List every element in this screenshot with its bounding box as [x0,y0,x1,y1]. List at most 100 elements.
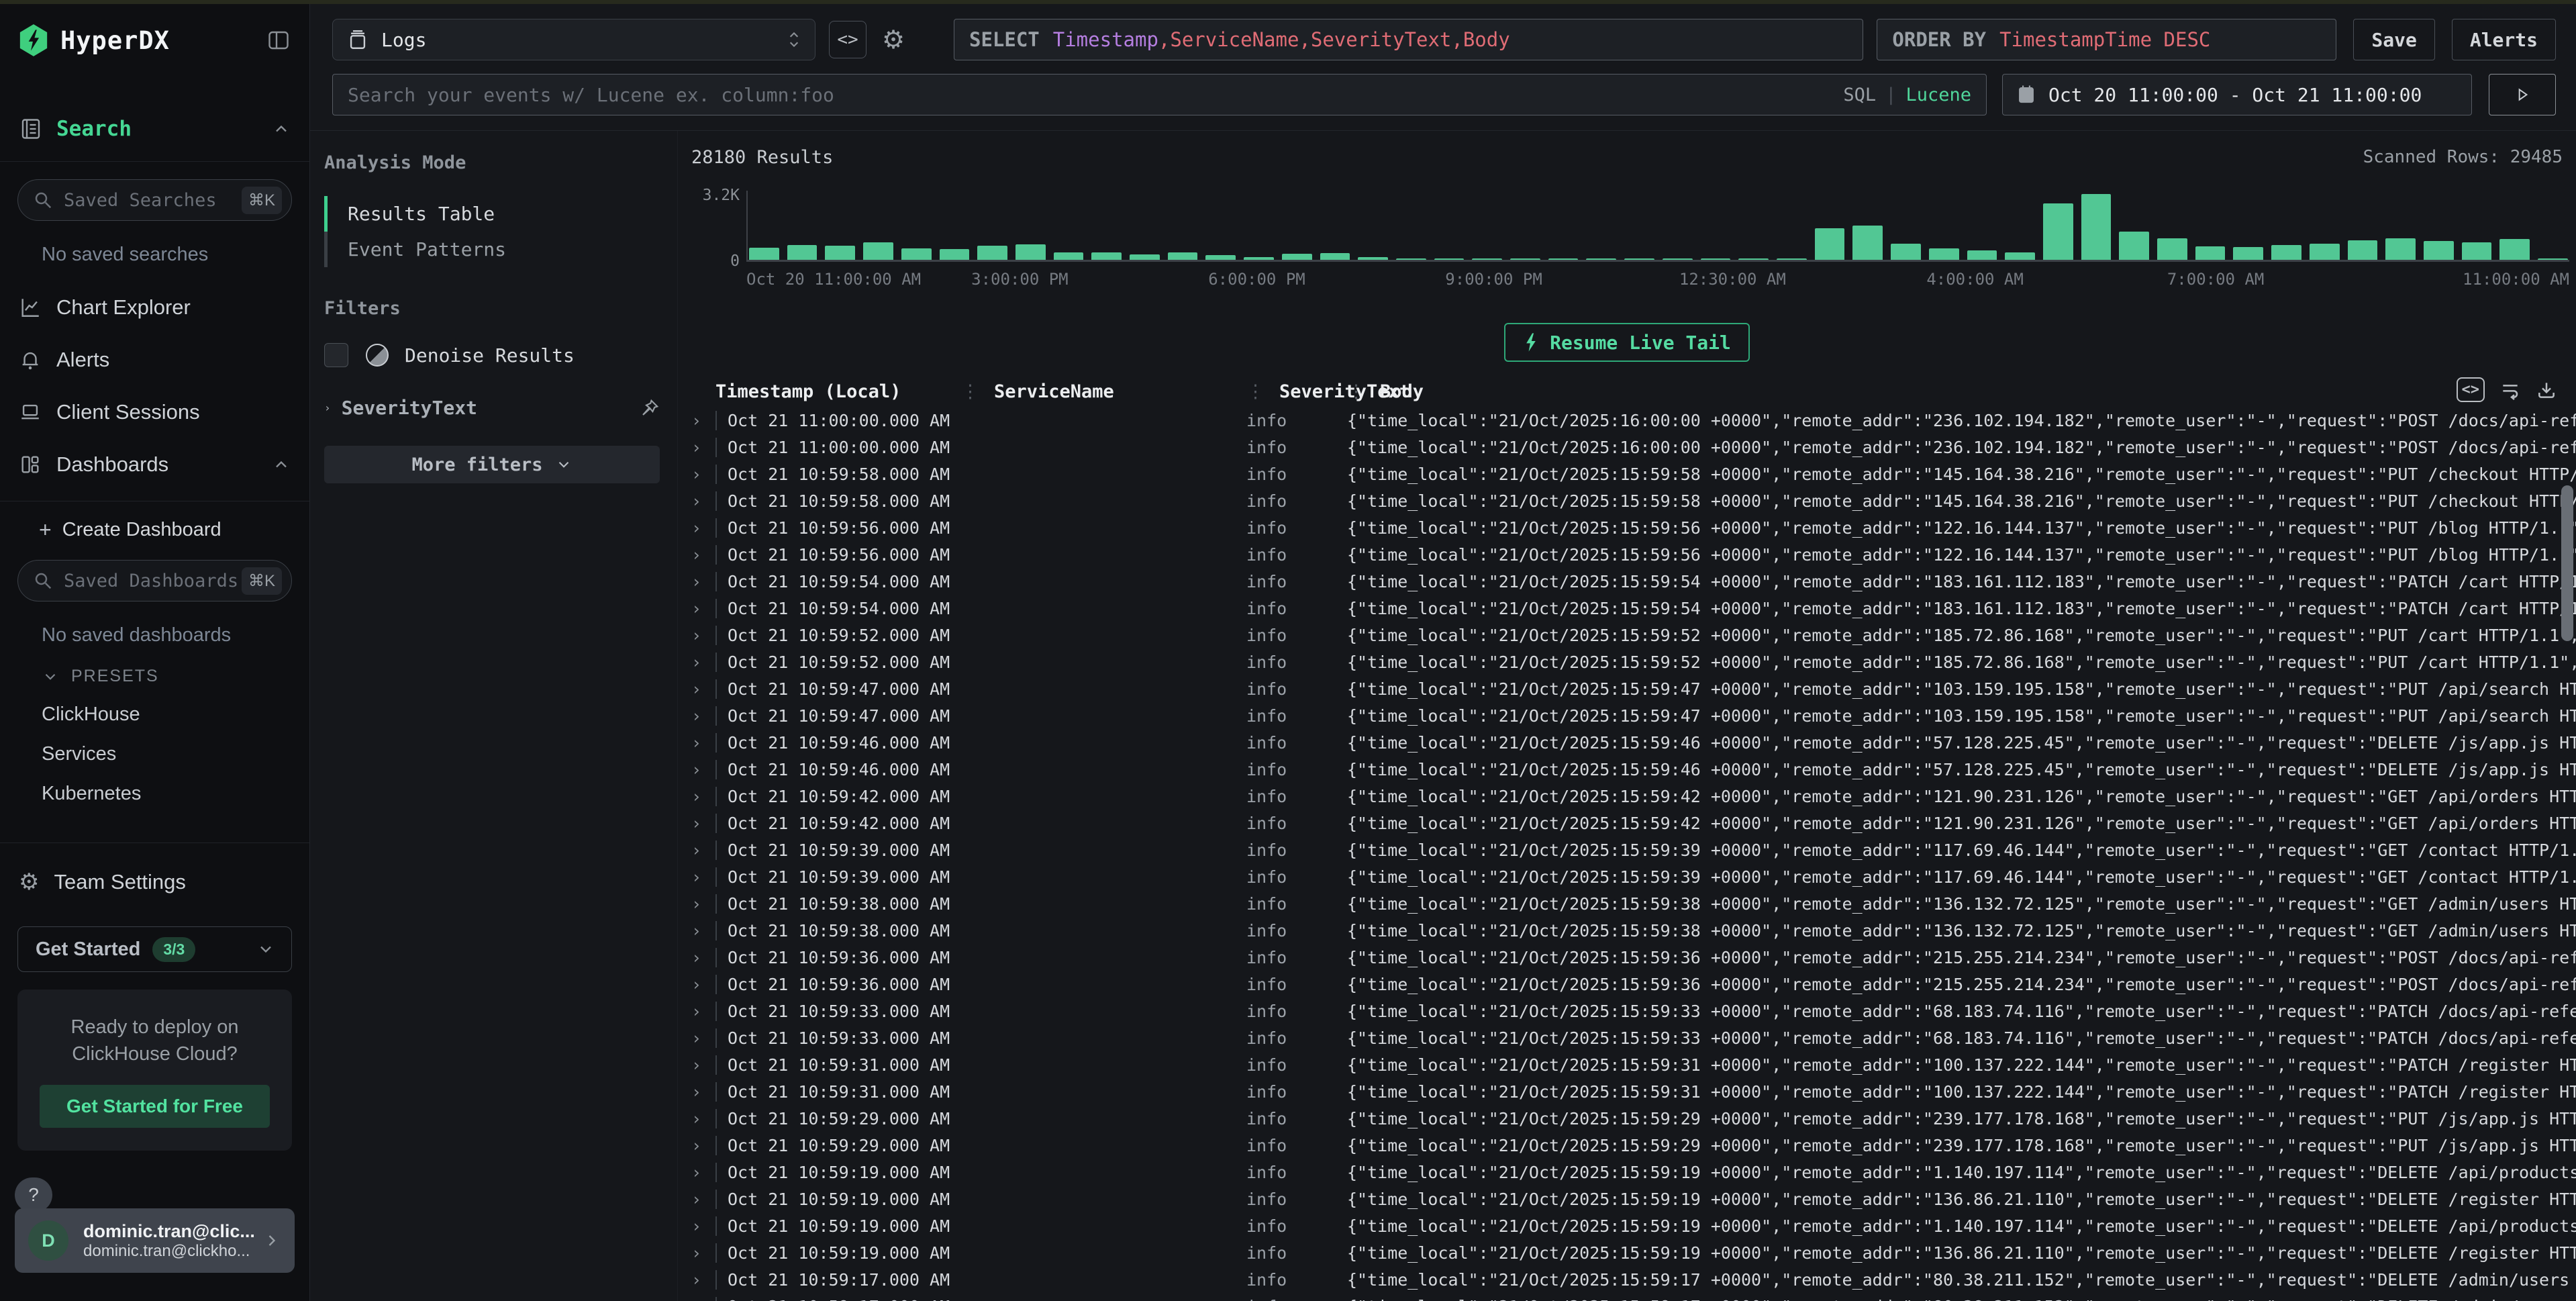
mode-event-patterns[interactable]: Event Patterns [324,232,660,267]
sidebar-item-client-sessions[interactable]: Client Sessions [0,391,309,434]
chevron-up-icon[interactable] [272,119,291,138]
edit-sql-button[interactable]: <> [829,21,866,58]
table-row[interactable]: ›Oct 21 10:59:29.000 AMinfo{"time_local"… [678,1105,2576,1132]
save-button[interactable]: Save [2353,19,2434,60]
table-row[interactable]: ›Oct 21 10:59:17.000 AMinfo{"time_local"… [678,1293,2576,1301]
chart-bar[interactable] [2271,245,2301,260]
chart-bar[interactable] [1967,250,1997,260]
sidebar-item-chart-explorer[interactable]: Chart Explorer [0,286,309,329]
chart-bar[interactable] [2538,258,2568,260]
chart-bar[interactable] [1205,255,1236,260]
table-row[interactable]: ›Oct 21 10:59:33.000 AMinfo{"time_local"… [678,998,2576,1024]
chart-bar[interactable] [1320,253,1350,260]
chart-bar[interactable] [1015,244,1046,260]
table-row[interactable]: ›Oct 21 10:59:19.000 AMinfo{"time_local"… [678,1212,2576,1239]
sidebar-collapse-icon[interactable] [266,28,291,52]
row-side-panel-icon[interactable]: <> [2457,377,2485,402]
chart-bar[interactable] [1548,258,1579,260]
select-columns-input[interactable]: SELECT Timestamp,ServiceName,SeverityTex… [954,19,1863,60]
table-row[interactable]: ›Oct 21 10:59:39.000 AMinfo{"time_local"… [678,836,2576,863]
table-row[interactable]: ›Oct 21 10:59:19.000 AMinfo{"time_local"… [678,1159,2576,1186]
download-icon[interactable] [2536,379,2557,401]
event-search-input[interactable] [348,84,1843,106]
pin-icon[interactable] [640,398,660,418]
table-row[interactable]: ›Oct 21 10:59:52.000 AMinfo{"time_local"… [678,648,2576,675]
column-header-servicename[interactable]: ⋮ServiceName [961,381,1246,402]
chart-bar[interactable] [1586,258,1616,260]
sql-toggle[interactable]: SQL [1843,85,1876,105]
chart-bar[interactable] [2424,241,2454,260]
table-row[interactable]: ›Oct 21 10:59:58.000 AMinfo{"time_local"… [678,461,2576,487]
column-header-severitytext[interactable]: ⋮SeverityText [1246,381,1347,402]
saved-dashboards-input[interactable]: Saved Dashboards ⌘K [17,560,292,601]
chart-bar[interactable] [2005,252,2035,260]
table-row[interactable]: ›Oct 21 10:59:47.000 AMinfo{"time_local"… [678,675,2576,702]
chart-bar[interactable] [1396,258,1426,260]
get-started-free-button[interactable]: Get Started for Free [40,1085,270,1128]
table-row[interactable]: ›Oct 21 11:00:00.000 AMinfo{"time_local"… [678,407,2576,434]
table-row[interactable]: ›Oct 21 10:59:36.000 AMinfo{"time_local"… [678,944,2576,971]
denoise-results-toggle[interactable]: Denoise Results [324,343,660,367]
chart-bar[interactable] [2462,242,2492,260]
chart-bar[interactable] [1852,226,1883,260]
chart-bar[interactable] [749,248,779,260]
run-query-button[interactable] [2489,74,2556,115]
table-row[interactable]: ›Oct 21 10:59:29.000 AMinfo{"time_local"… [678,1132,2576,1159]
chart-bar[interactable] [977,246,1007,260]
sidebar-item-search[interactable]: Search [0,109,309,149]
chart-bar[interactable] [1891,244,1921,260]
chart-bar[interactable] [1282,254,1312,260]
order-by-input[interactable]: ORDER BY TimestampTime DESC [1877,19,2336,60]
create-dashboard-button[interactable]: + Create Dashboard [39,518,309,542]
chart-bar[interactable] [2348,240,2378,260]
chart-bar[interactable] [1091,252,1122,260]
preset-item[interactable]: Services [42,743,309,765]
chart-bar[interactable] [2081,194,2112,260]
table-row[interactable]: ›Oct 21 10:59:58.000 AMinfo{"time_local"… [678,487,2576,514]
table-row[interactable]: ›Oct 21 10:59:46.000 AMinfo{"time_local"… [678,729,2576,756]
severity-filter-group[interactable]: › SeverityText [324,397,660,419]
table-row[interactable]: ›Oct 21 10:59:54.000 AMinfo{"time_local"… [678,568,2576,595]
table-row[interactable]: ›Oct 21 10:59:31.000 AMinfo{"time_local"… [678,1078,2576,1105]
chart-bar[interactable] [1358,257,1388,260]
chart-bar[interactable] [1701,258,1731,260]
chart-bar[interactable] [2043,203,2073,260]
chart-bar[interactable] [2157,238,2187,260]
chart-bar[interactable] [1054,252,1084,260]
chart-bar[interactable] [1472,258,1502,260]
source-select[interactable]: Logs [332,19,815,60]
time-range-picker[interactable]: Oct 20 11:00:00 - Oct 21 11:00:00 [2002,74,2472,115]
table-row[interactable]: ›Oct 21 10:59:46.000 AMinfo{"time_local"… [678,756,2576,783]
chart-bar[interactable] [1168,252,1198,260]
chart-bar[interactable] [863,242,893,260]
chart-bar[interactable] [2385,238,2416,260]
sidebar-item-dashboards[interactable]: Dashboards [0,443,309,486]
chart-bar[interactable] [1738,258,1769,260]
table-row[interactable]: ›Oct 21 10:59:56.000 AMinfo{"time_local"… [678,514,2576,541]
chevron-up-icon[interactable] [272,455,291,474]
chart-bar[interactable] [2195,246,2226,260]
source-settings-gear-icon[interactable]: ⚙ [875,21,912,58]
chart-bar[interactable] [1434,258,1465,260]
table-row[interactable]: ›Oct 21 10:59:56.000 AMinfo{"time_local"… [678,541,2576,568]
chart-bar[interactable] [901,248,932,260]
chart-bar[interactable] [1929,248,1959,260]
more-filters-button[interactable]: More filters [324,446,660,483]
chart-bar[interactable] [787,245,818,260]
chart-bar[interactable] [1510,258,1540,260]
resume-live-tail-button[interactable]: Resume Live Tail [1504,323,1750,362]
user-menu[interactable]: D dominic.tran@clic... dominic.tran@clic… [15,1208,295,1273]
table-row[interactable]: ›Oct 21 10:59:31.000 AMinfo{"time_local"… [678,1051,2576,1078]
chart-bar[interactable] [940,249,970,260]
alerts-button[interactable]: Alerts [2452,19,2556,60]
chart-bar[interactable] [2499,239,2530,260]
column-header-body[interactable]: ⋮Body [1347,381,2576,402]
table-row[interactable]: ›Oct 21 10:59:54.000 AMinfo{"time_local"… [678,595,2576,622]
chart-bar[interactable] [2310,244,2340,260]
get-started-dropdown[interactable]: Get Started 3/3 [17,926,292,972]
wrap-lines-icon[interactable] [2499,379,2521,401]
mode-results-table[interactable]: Results Table [324,196,660,232]
column-header-timestamp[interactable]: Timestamp (Local) [715,381,961,402]
saved-searches-input[interactable]: Saved Searches ⌘K [17,179,292,221]
preset-item[interactable]: Kubernetes [42,783,309,805]
